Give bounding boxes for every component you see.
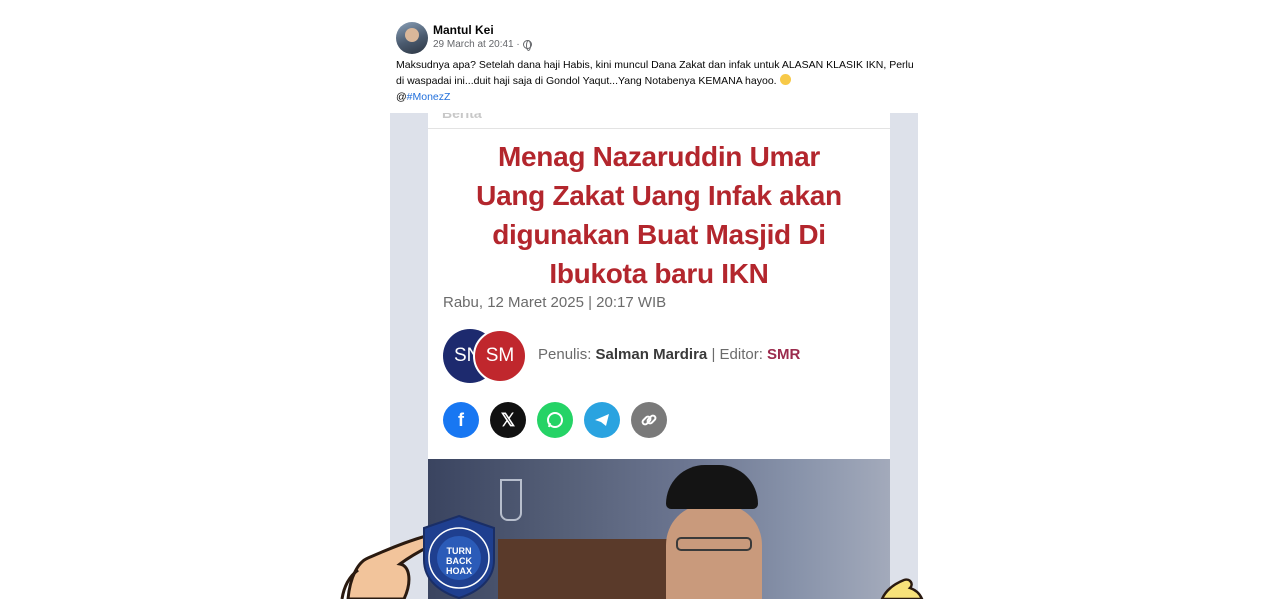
article-screenshot: Berita Menag Nazaruddin Umar Uang Zakat … [428,113,890,599]
photo-person [666,505,762,599]
writer-label: Penulis: [538,346,592,363]
article-date: Rabu, 12 Maret 2025 | 20:17 WIB [443,294,667,311]
author-name[interactable]: Mantul Kei [433,23,494,37]
headline-line: Menag Nazaruddin Umar [498,141,820,172]
headline-line: Ibukota baru IKN [549,258,769,289]
whatsapp-icon [537,402,573,438]
headline-line: digunakan Buat Masjid Di [492,219,826,250]
hashtag-link[interactable]: #MonezZ [407,91,451,103]
share-row: f 𝕏 [443,402,667,438]
writer-name: Salman Mardira [595,346,708,363]
x-icon: 𝕏 [490,402,526,438]
badge-line: TURN [446,546,472,556]
editor-name: SMR [767,346,801,363]
caption-text: Maksudnya apa? Setelah dana haji Habis, … [396,59,914,87]
photo-glasses [676,537,752,551]
post-header: Mantul Kei 29 March at 20:41 · [396,20,926,56]
article-top-cut: Berita [428,113,890,129]
photo-glass [500,479,522,521]
badge-line: BACK [446,556,472,566]
author-avatar[interactable] [396,22,428,54]
editor-label: Editor: [719,346,763,363]
article-author-row: SN SM Penulis: Salman Mardira | Editor: … [443,329,883,385]
link-icon [631,402,667,438]
headline-line: Uang Zakat Uang Infak akan [476,180,842,211]
photo-podium [498,539,678,599]
byline-separator: | [711,346,716,363]
post-meta: 29 March at 20:41 · [433,39,532,51]
pointing-hand-icon [880,578,924,599]
badge-text: TURN BACK HOAX [422,546,496,576]
emoji-icon [779,74,791,85]
post-timestamp[interactable]: 29 March at 20:41 · [433,39,520,50]
telegram-icon [584,402,620,438]
article-photo [428,459,890,599]
cut-text: Berita [442,113,482,121]
badge-line: HOAX [445,566,472,576]
article-headline: Menag Nazaruddin Umar Uang Zakat Uang In… [428,137,890,293]
mention-prefix: @ [396,91,407,103]
avatar-sm: SM [473,329,527,383]
article-byline: Penulis: Salman Mardira | Editor: SMR [538,346,800,363]
photo-cap [666,465,758,509]
facebook-icon: f [443,402,479,438]
post-caption: Maksudnya apa? Setelah dana haji Habis, … [396,57,916,105]
globe-icon [522,40,532,51]
